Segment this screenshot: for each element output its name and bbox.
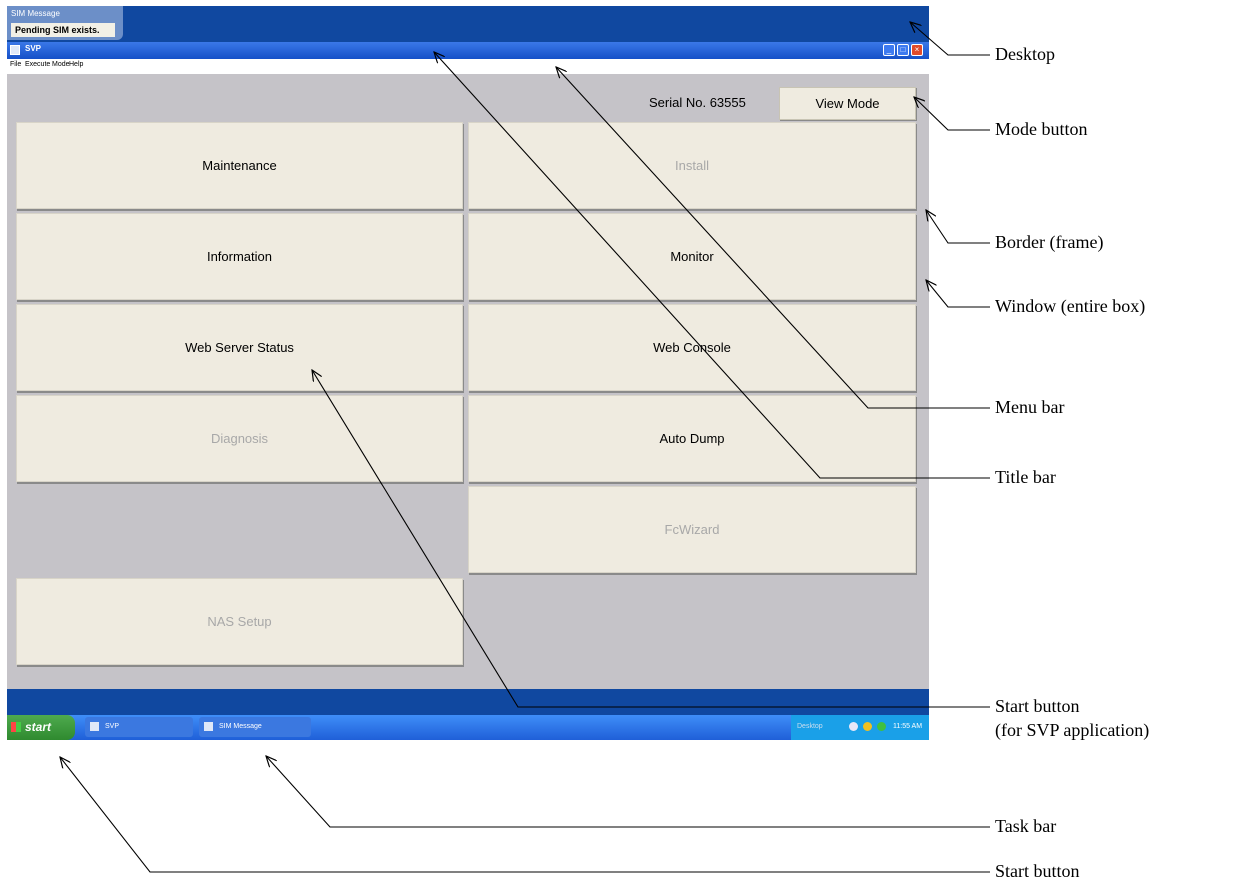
label-border: Border (frame) <box>995 232 1104 252</box>
label-title-bar: Title bar <box>995 467 1056 487</box>
label-start-button: Start button <box>995 861 1080 881</box>
arrow-start-button <box>60 757 990 873</box>
label-start-button-svp-sub: (for SVP application) <box>995 720 1150 740</box>
label-desktop: Desktop <box>995 44 1055 64</box>
arrow-desktop <box>910 22 990 56</box>
label-start-button-svp: Start button <box>995 696 1080 716</box>
arrow-border <box>926 210 990 244</box>
label-menu-bar: Menu bar <box>995 397 1065 417</box>
label-window: Window (entire box) <box>995 296 1146 316</box>
arrow-mode-button <box>914 97 990 131</box>
label-mode-button: Mode button <box>995 119 1088 139</box>
arrow-title-bar <box>434 52 990 479</box>
label-task-bar: Task bar <box>995 816 1057 836</box>
arrow-task-bar <box>266 756 990 828</box>
arrow-window <box>926 280 990 308</box>
arrow-menu-bar <box>556 67 990 409</box>
arrow-start-button-svp <box>312 370 990 708</box>
